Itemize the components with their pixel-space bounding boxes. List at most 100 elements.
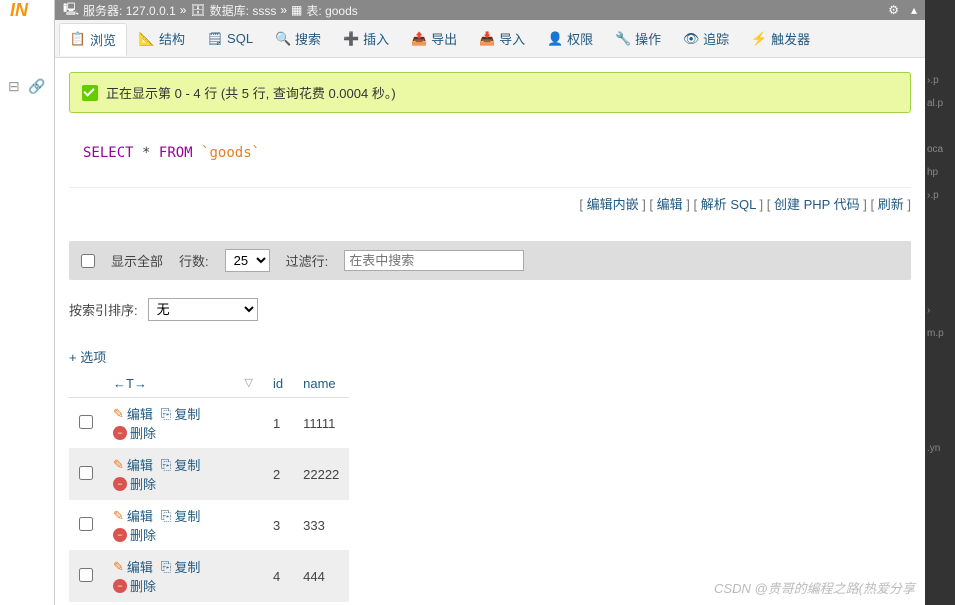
edit-link[interactable]: 编辑 [657, 197, 683, 212]
insert-icon: ➕ [343, 31, 359, 47]
copy-icon: ⎘ [161, 406, 171, 422]
leftbar-collapse-icon[interactable]: ⊟ [8, 78, 20, 95]
chevron-down-icon: ▽ [245, 376, 253, 389]
server-icon: 🖳 [63, 0, 79, 21]
sql-toolbar: [ 编辑内嵌 ] [ 编辑 ] [ 解析 SQL ] [ 创建 PHP 代码 ]… [69, 187, 911, 219]
tab-sql[interactable]: 🗒SQL [197, 25, 263, 53]
collapse-icon[interactable]: ▴ [911, 3, 917, 17]
rows-label: 行数: [179, 251, 209, 270]
row-copy[interactable]: ⎘复制 [161, 557, 200, 576]
cell-name: 333 [293, 500, 349, 551]
watermark: CSDN @贵哥的编程之路(热爱分享 [714, 578, 915, 597]
tabs: 📋浏览 📐结构 🗒SQL 🔍搜索 ➕插入 📤导出 📥导入 👤权限 🔧操作 👁追踪… [55, 20, 925, 58]
edit-inline-link[interactable]: 编辑内嵌 [587, 197, 639, 212]
tab-import[interactable]: 📥导入 [469, 23, 535, 54]
table-row: ✎编辑 ⎘复制 −删除 3333 [69, 500, 349, 551]
row-edit[interactable]: ✎编辑 [113, 455, 153, 474]
results-controls: 显示全部 行数: 25 过滤行: [69, 241, 911, 280]
tab-privileges[interactable]: 👤权限 [537, 23, 603, 54]
tab-operations[interactable]: 🔧操作 [605, 23, 671, 54]
cell-id: 2 [263, 449, 293, 500]
row-copy[interactable]: ⎘复制 [161, 506, 200, 525]
gear-icon[interactable]: ⚙ [888, 3, 899, 17]
cell-name: 444 [293, 551, 349, 602]
tab-track[interactable]: 👁追踪 [673, 23, 739, 54]
filter-label: 过滤行: [286, 251, 329, 270]
row-delete[interactable]: −删除 [113, 576, 156, 595]
leftbar-link-icon[interactable]: 🔗 [28, 78, 45, 95]
pencil-icon: ✎ [113, 406, 124, 422]
minus-circle-icon: − [113, 477, 127, 491]
row-checkbox[interactable] [79, 568, 93, 582]
cell-id: 5 [263, 602, 293, 605]
options-toggle[interactable]: + 选项 [69, 347, 911, 366]
search-icon: 🔍 [275, 31, 291, 47]
copy-icon: ⎘ [161, 457, 171, 473]
tab-structure[interactable]: 📐结构 [129, 23, 195, 54]
pencil-icon: ✎ [113, 457, 124, 473]
col-name[interactable]: name [293, 370, 349, 398]
cell-name: 22222 [293, 449, 349, 500]
row-copy[interactable]: ⎘复制 [161, 404, 200, 423]
import-icon: 📥 [479, 31, 495, 47]
copy-icon: ⎘ [161, 559, 171, 575]
refresh-link[interactable]: 刷新 [878, 197, 904, 212]
result-notice: 正在显示第 0 - 4 行 (共 5 行, 查询花费 0.0004 秒。) [69, 72, 911, 113]
structure-icon: 📐 [139, 31, 155, 47]
minus-circle-icon: − [113, 579, 127, 593]
row-delete[interactable]: −删除 [113, 525, 156, 544]
tab-export[interactable]: 📤导出 [401, 23, 467, 54]
tab-search[interactable]: 🔍搜索 [265, 23, 331, 54]
row-checkbox[interactable] [79, 466, 93, 480]
logo: IN [10, 0, 28, 21]
browse-icon: 📋 [70, 31, 86, 47]
row-checkbox[interactable] [79, 415, 93, 429]
cell-id: 3 [263, 500, 293, 551]
privileges-icon: 👤 [547, 31, 563, 47]
show-all-label: 显示全部 [111, 251, 163, 270]
filter-input[interactable] [344, 250, 524, 271]
right-panel: ›.pal.p ocahp›.p ›m.p .yn [925, 0, 955, 605]
row-edit[interactable]: ✎编辑 [113, 506, 153, 525]
results-table: ←T→ ▽ id name ✎编辑 ⎘复制 −删除 111111 ✎编辑 ⎘复制 −删除 22… [69, 370, 349, 605]
tab-browse[interactable]: 📋浏览 [59, 23, 127, 56]
cell-id: 4 [263, 551, 293, 602]
check-icon [82, 85, 98, 101]
track-icon: 👁 [683, 31, 699, 47]
row-delete[interactable]: −删除 [113, 474, 156, 493]
cell-name: 555 [293, 602, 349, 605]
sql-query: SELECT * FROM `goods` [69, 131, 911, 175]
tab-insert[interactable]: ➕插入 [333, 23, 399, 54]
row-edit[interactable]: ✎编辑 [113, 404, 153, 423]
breadcrumb: 🖳 服务器: 127.0.0.1 » 🗄 数据库: ssss » ▦ 表: go… [55, 0, 925, 20]
pencil-icon: ✎ [113, 559, 124, 575]
col-id[interactable]: id [263, 370, 293, 398]
cell-id: 1 [263, 398, 293, 449]
row-edit[interactable]: ✎编辑 [113, 557, 153, 576]
row-delete[interactable]: −删除 [113, 423, 156, 442]
table-icon: ▦ [291, 3, 302, 17]
col-actions[interactable]: ←T→ ▽ [103, 370, 263, 398]
table-row: ✎编辑 ⎘复制 −删除 4444 [69, 551, 349, 602]
minus-circle-icon: − [113, 426, 127, 440]
tab-triggers[interactable]: ⚡触发器 [741, 23, 820, 54]
row-checkbox[interactable] [79, 517, 93, 531]
table-row: ✎编辑⎘复制−删除5555 [69, 602, 349, 605]
cell-name: 11111 [293, 398, 349, 449]
sql-icon: 🗒 [207, 31, 223, 47]
explain-link[interactable]: 解析 SQL [701, 197, 756, 212]
sort-label: 按索引排序: [69, 300, 138, 319]
db-icon: 🗄 [190, 3, 205, 17]
php-link[interactable]: 创建 PHP 代码 [774, 197, 860, 212]
row-copy[interactable]: ⎘复制 [161, 455, 200, 474]
rows-select[interactable]: 25 [225, 249, 270, 272]
pencil-icon: ✎ [113, 508, 124, 524]
table-row: ✎编辑 ⎘复制 −删除 222222 [69, 449, 349, 500]
copy-icon: ⎘ [161, 508, 171, 524]
table-row: ✎编辑 ⎘复制 −删除 111111 [69, 398, 349, 449]
show-all-checkbox[interactable] [81, 254, 95, 268]
triggers-icon: ⚡ [751, 31, 767, 47]
minus-circle-icon: − [113, 528, 127, 542]
sort-select[interactable]: 无 [148, 298, 258, 321]
export-icon: 📤 [411, 31, 427, 47]
